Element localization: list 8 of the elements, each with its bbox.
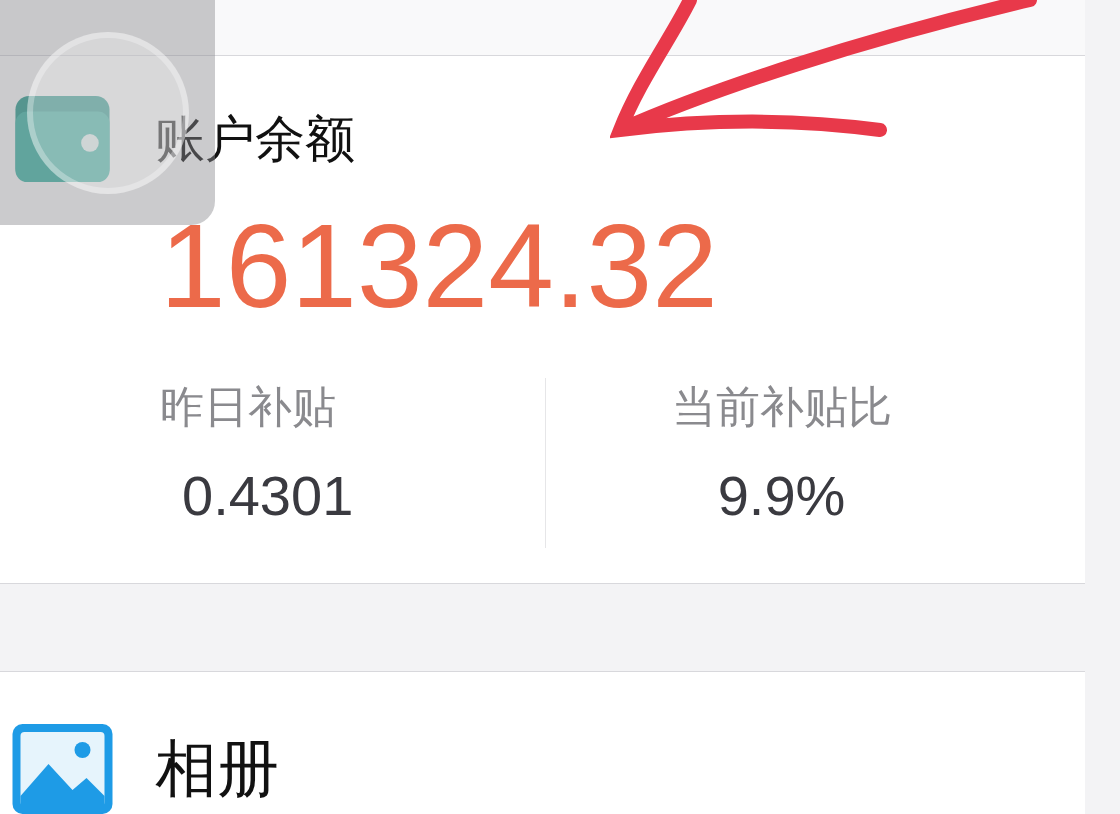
- balance-amount: 161324.32: [159, 206, 719, 326]
- stat-value: 0.4301: [181, 463, 355, 528]
- section-title: 账户余额: [155, 108, 355, 170]
- photo-icon: [12, 724, 113, 814]
- list-item[interactable]: 相册: [0, 672, 1085, 814]
- stat-label: 昨日补贴: [160, 380, 336, 434]
- stat-label: 当前补贴比: [671, 380, 892, 434]
- stat-value: 9.9%: [716, 463, 847, 528]
